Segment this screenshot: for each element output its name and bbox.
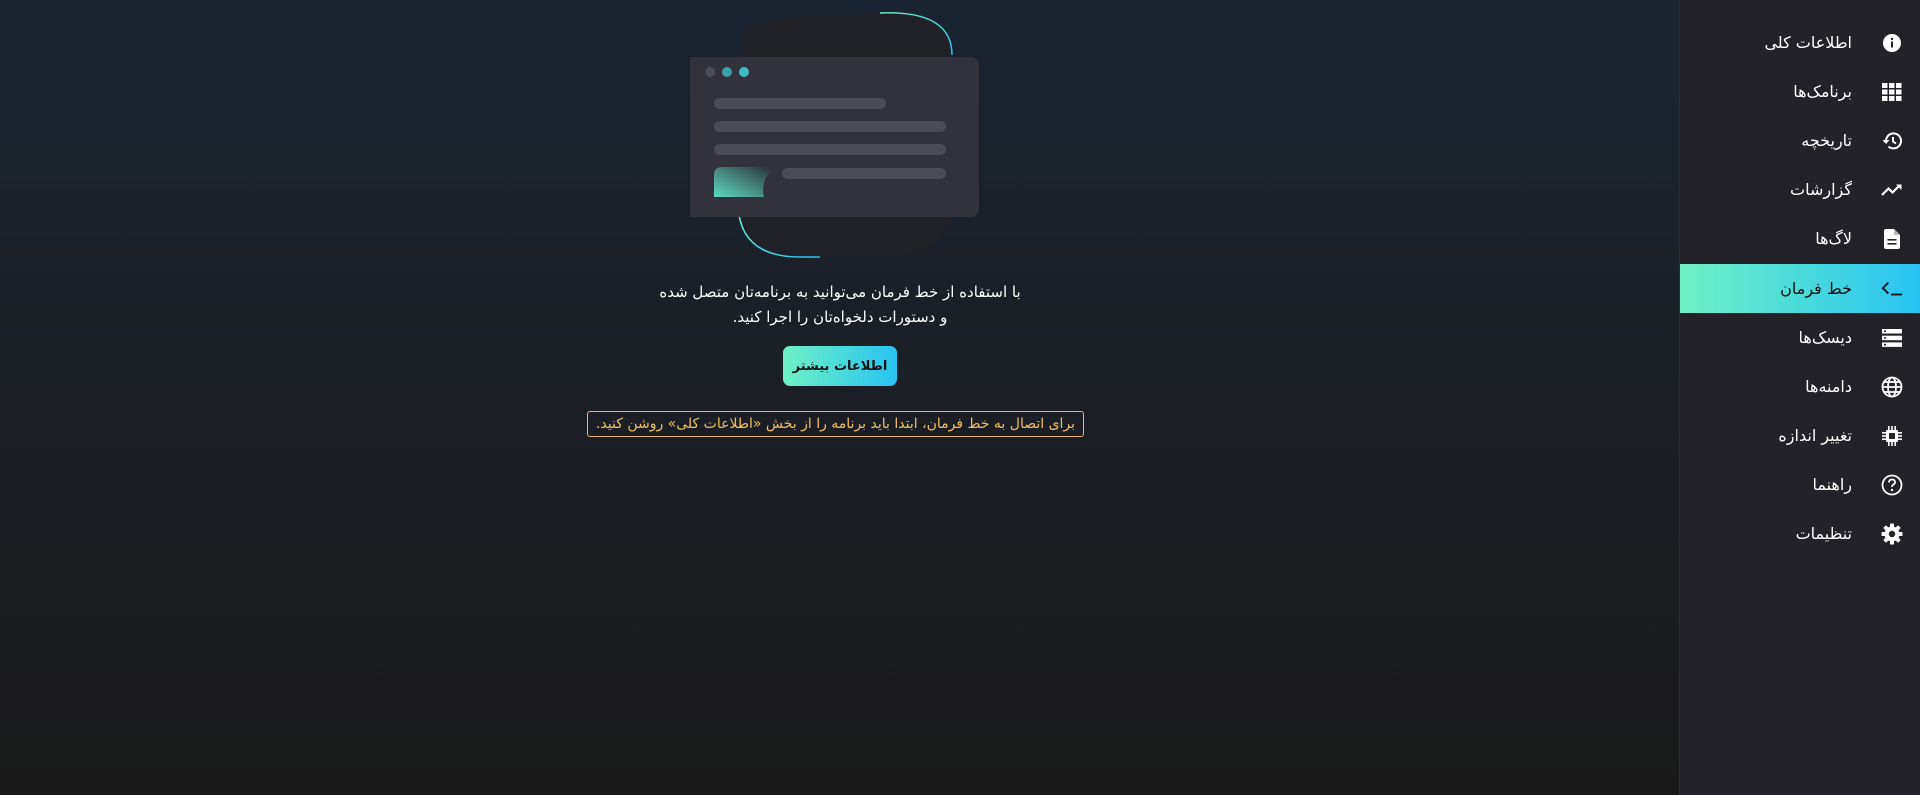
sidebar-item-apps[interactable]: برنامک‌ها [1680, 67, 1920, 116]
sidebar-item-disks[interactable]: دیسک‌ها [1680, 313, 1920, 362]
description: با استفاده از خط فرمان می‌توانید به برنا… [540, 280, 1140, 330]
sidebar-item-terminal[interactable]: خط فرمان [1680, 264, 1920, 313]
trend-icon [1881, 179, 1903, 201]
sidebar-item-history[interactable]: تاریخچه [1680, 116, 1920, 165]
sidebar-item-label: دامنه‌ها [1805, 377, 1852, 396]
sidebar-item-label: خط فرمان [1780, 279, 1852, 298]
globe-icon [1881, 376, 1903, 398]
sidebar-item-label: اطلاعات کلی [1764, 33, 1852, 52]
more-info-button[interactable]: اطلاعات بیشتر [783, 346, 897, 386]
sidebar-item-settings[interactable]: تنظیمات [1680, 509, 1920, 558]
sidebar-item-domains[interactable]: دامنه‌ها [1680, 362, 1920, 411]
info-icon [1881, 32, 1903, 54]
sidebar-item-resize[interactable]: تغییر اندازه [1680, 411, 1920, 460]
terminal-illustration [690, 12, 979, 258]
sidebar-item-label: برنامک‌ها [1793, 82, 1852, 101]
document-icon [1881, 228, 1903, 250]
warning-message: برای اتصال به خط فرمان، ابتدا باید برنام… [587, 411, 1084, 437]
sidebar-item-reports[interactable]: گزارشات [1680, 165, 1920, 214]
sidebar-item-label: لاگ‌ها [1815, 229, 1852, 248]
sidebar-item-label: تنظیمات [1795, 524, 1852, 543]
sidebar-item-logs[interactable]: لاگ‌ها [1680, 214, 1920, 263]
sidebar-item-help[interactable]: راهنما [1680, 460, 1920, 509]
history-icon [1881, 130, 1903, 152]
sidebar-item-label: تاریخچه [1801, 131, 1852, 150]
description-line-2: و دستورات دلخواه‌تان را اجرا کنید. [732, 308, 948, 326]
sidebar-item-label: گزارشات [1790, 180, 1852, 199]
main-content: با استفاده از خط فرمان می‌توانید به برنا… [0, 0, 1680, 795]
grid-icon [1881, 81, 1903, 103]
description-line-1: با استفاده از خط فرمان می‌توانید به برنا… [659, 283, 1021, 301]
chip-icon [1881, 425, 1903, 447]
sidebar: اطلاعات کلی برنامک‌ها تاریخچه گزارشات لا… [1679, 0, 1920, 795]
storage-icon [1881, 327, 1903, 349]
sidebar-item-label: راهنما [1812, 475, 1852, 494]
gear-icon [1881, 523, 1903, 545]
terminal-icon [1881, 278, 1903, 300]
sidebar-item-overview[interactable]: اطلاعات کلی [1680, 18, 1920, 67]
sidebar-item-label: تغییر اندازه [1778, 426, 1852, 445]
help-icon [1881, 474, 1903, 496]
sidebar-item-label: دیسک‌ها [1798, 328, 1852, 347]
